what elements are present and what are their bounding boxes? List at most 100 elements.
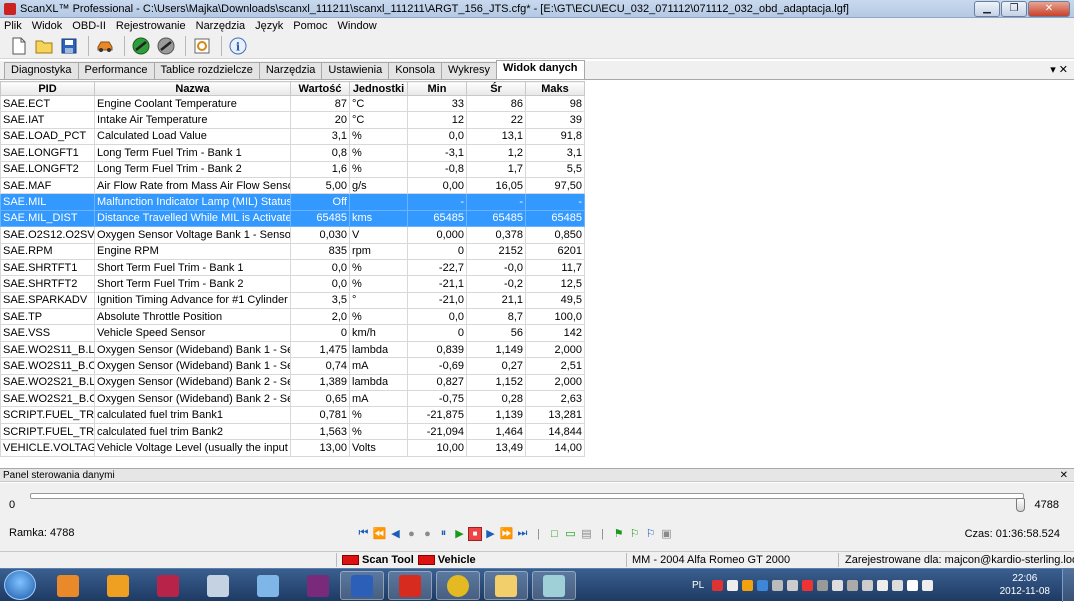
- table-row[interactable]: SAE.LONGFT2 Long Term Fuel Trim - Bank 21…: [0, 160, 585, 178]
- frame-slider-thumb[interactable]: [1016, 498, 1025, 512]
- info-icon[interactable]: i: [227, 35, 249, 57]
- tab-diagnostyka[interactable]: Diagnostyka: [4, 62, 79, 79]
- column-header-wartosc[interactable]: Wartość: [290, 81, 350, 96]
- table-row[interactable]: SAE.LOAD_PCT Calculated Load Value 3,1% 0,0…: [0, 127, 585, 146]
- menu-widok[interactable]: Widok: [32, 20, 63, 32]
- column-header-sr[interactable]: Śr: [466, 81, 526, 96]
- table-row[interactable]: SCRIPT.FUEL_TRIM_BAcalculated fuel trim …: [0, 406, 585, 424]
- clock[interactable]: 22:06 2012-11-08: [1000, 572, 1050, 598]
- start-button-icon[interactable]: [4, 570, 36, 600]
- menu-rejestrowanie[interactable]: Rejestrowanie: [116, 20, 186, 32]
- close-button[interactable]: ✕: [1028, 0, 1070, 17]
- save-icon[interactable]: [58, 35, 80, 57]
- tab-tablice-rozdzielcze[interactable]: Tablice rozdzielcze: [153, 62, 260, 79]
- chrome-taskbar-icon[interactable]: [436, 571, 480, 600]
- winrar-taskbar-icon[interactable]: [296, 571, 340, 600]
- table-row[interactable]: SAE.IAT Intake Air Temperature 20 °C 12 22 39: [0, 111, 585, 129]
- tab-wykresy[interactable]: Wykresy: [440, 62, 498, 79]
- first-frame-icon[interactable]: ⏮: [356, 526, 371, 541]
- pause-icon[interactable]: ⏸: [436, 526, 451, 541]
- table-row[interactable]: SAE.SHRTFT2 Short Term Fuel Trim - Bank 2…: [0, 275, 585, 293]
- table-row[interactable]: VEHICLE.VOLTAGE Vehicle Voltage Level (us…: [0, 439, 585, 457]
- tray-app-icon[interactable]: [742, 579, 754, 591]
- table-row[interactable]: SAE.MAF Air Flow Rate from Mass Air Flow …: [0, 176, 585, 195]
- dot-icon[interactable]: ●: [404, 526, 419, 541]
- tray-app-icon[interactable]: [802, 579, 814, 591]
- paint-taskbar-icon[interactable]: [246, 571, 290, 600]
- column-header-min[interactable]: Min: [407, 81, 467, 96]
- table-row[interactable]: SAE.LONGFT1 Long Term Fuel Trim - Bank 10…: [0, 144, 585, 162]
- table-row[interactable]: SAE.VSS Vehicle Speed Sensor 0 km/h 0 56 142: [0, 324, 585, 342]
- table-row[interactable]: SAE.TP Absolute Throttle Position 2,0% 0,0 8…: [0, 308, 585, 326]
- tab-ustawienia[interactable]: Ustawienia: [321, 62, 390, 79]
- explorer-taskbar-icon[interactable]: [484, 571, 528, 600]
- scanxl-taskbar-icon[interactable]: [388, 571, 432, 600]
- close-panel-icon[interactable]: ✕: [1060, 469, 1068, 482]
- notepad-taskbar-icon[interactable]: [532, 571, 576, 600]
- last-frame-icon[interactable]: ⏭: [515, 526, 530, 541]
- save-log-icon[interactable]: ▤: [579, 526, 594, 541]
- tab-narzedzia[interactable]: Narzędzia: [258, 62, 323, 79]
- column-header-pid[interactable]: PID: [0, 81, 95, 96]
- open-folder-icon[interactable]: [33, 35, 55, 57]
- menu-narzedzia[interactable]: Narzędzia: [196, 20, 246, 32]
- calculator-taskbar-icon[interactable]: [196, 571, 240, 600]
- table-row[interactable]: SCRIPT.FUEL_TRIM_BAcalculated fuel trim …: [0, 422, 585, 441]
- connect-icon[interactable]: [130, 35, 152, 57]
- step-forward-icon[interactable]: ▶: [483, 526, 498, 541]
- step-back-icon[interactable]: ◀: [388, 526, 403, 541]
- outlook-taskbar-icon[interactable]: [96, 571, 140, 600]
- table-row[interactable]: SAE.WO2S21_B.LAMBIOxygen Sensor (Wideban…: [0, 373, 585, 392]
- table-row[interactable]: SAE.WO2S11_B.O2SCOxygen Sensor (Wideband…: [0, 357, 585, 375]
- play-icon[interactable]: ▶: [452, 526, 467, 541]
- fast-forward-icon[interactable]: ⏩: [499, 526, 514, 541]
- new-file-icon[interactable]: [8, 35, 30, 57]
- menu-jezyk[interactable]: Język: [255, 20, 283, 32]
- export-icon[interactable]: ▣: [659, 526, 674, 541]
- bluetooth-icon[interactable]: [757, 579, 769, 591]
- show-desktop-button[interactable]: [1062, 569, 1074, 602]
- table-row[interactable]: SAE.SHRTFT1 Short Term Fuel Trim - Bank 1…: [0, 258, 585, 277]
- table-row[interactable]: SAE.WO2S11_B.LAMBIOxygen Sensor (Wideban…: [0, 340, 585, 359]
- tray-app-icon[interactable]: [847, 579, 859, 591]
- tray-app-icon[interactable]: [727, 579, 739, 591]
- menu-obd-ii[interactable]: OBD-II: [72, 20, 106, 32]
- table-row[interactable]: SAE.ECT Engine Coolant Temperature 87 °C 33 8…: [0, 94, 585, 113]
- tray-app-icon[interactable]: [832, 579, 844, 591]
- marker-icon[interactable]: ⚑: [611, 526, 626, 541]
- column-header-jednostki[interactable]: Jednostki: [349, 81, 408, 96]
- table-row[interactable]: SAE.MIL_DIST Distance Travelled While MIL…: [0, 209, 585, 228]
- tray-app-icon[interactable]: [862, 579, 874, 591]
- table-row[interactable]: SAE.RPM Engine RPM 835 rpm 0 2152 6201: [0, 242, 585, 260]
- fast-rewind-icon[interactable]: ⏪: [372, 526, 387, 541]
- menu-plik[interactable]: Plik: [4, 20, 22, 32]
- table-row[interactable]: SAE.O2S12.O2SV Oxygen Sensor Voltage Bank…: [0, 226, 585, 244]
- network-icon[interactable]: [907, 579, 919, 591]
- menu-window[interactable]: Window: [338, 20, 377, 32]
- language-indicator[interactable]: PL: [692, 580, 704, 591]
- column-header-nazwa[interactable]: Nazwa: [94, 81, 291, 96]
- record-icon[interactable]: ■: [468, 526, 482, 541]
- volume-icon[interactable]: [892, 579, 904, 591]
- vehicle-icon[interactable]: [94, 35, 116, 57]
- table-row[interactable]: SAE.SPARKADV Ignition Timing Advance for …: [0, 291, 585, 310]
- marker-remove-icon[interactable]: ⚐: [643, 526, 658, 541]
- tab-controls[interactable]: ▾ ✕: [1050, 63, 1068, 76]
- tray-app-icon[interactable]: [787, 579, 799, 591]
- tray-app-icon[interactable]: [772, 579, 784, 591]
- tab-performance[interactable]: Performance: [77, 62, 155, 79]
- tray-app-icon[interactable]: [817, 579, 829, 591]
- new-log-icon[interactable]: □: [547, 526, 562, 541]
- disconnect-icon[interactable]: [155, 35, 177, 57]
- table-row[interactable]: SAE.WO2S21_B.O2SCOxygen Sensor (Wideband…: [0, 390, 585, 408]
- table-row[interactable]: SAE.MIL Malfunction Indicator Lamp (MIL) …: [0, 193, 585, 211]
- minimize-button[interactable]: ▁: [974, 0, 1000, 17]
- tab-widok-danych[interactable]: Widok danych: [496, 60, 585, 79]
- settings-icon[interactable]: [191, 35, 213, 57]
- tray-app-icon[interactable]: [877, 579, 889, 591]
- menu-pomoc[interactable]: Pomoc: [293, 20, 327, 32]
- tray-app-icon[interactable]: [712, 579, 724, 591]
- open-log-icon[interactable]: ▭: [563, 526, 578, 541]
- frame-slider-track[interactable]: [30, 493, 1024, 499]
- tab-konsola[interactable]: Konsola: [388, 62, 442, 79]
